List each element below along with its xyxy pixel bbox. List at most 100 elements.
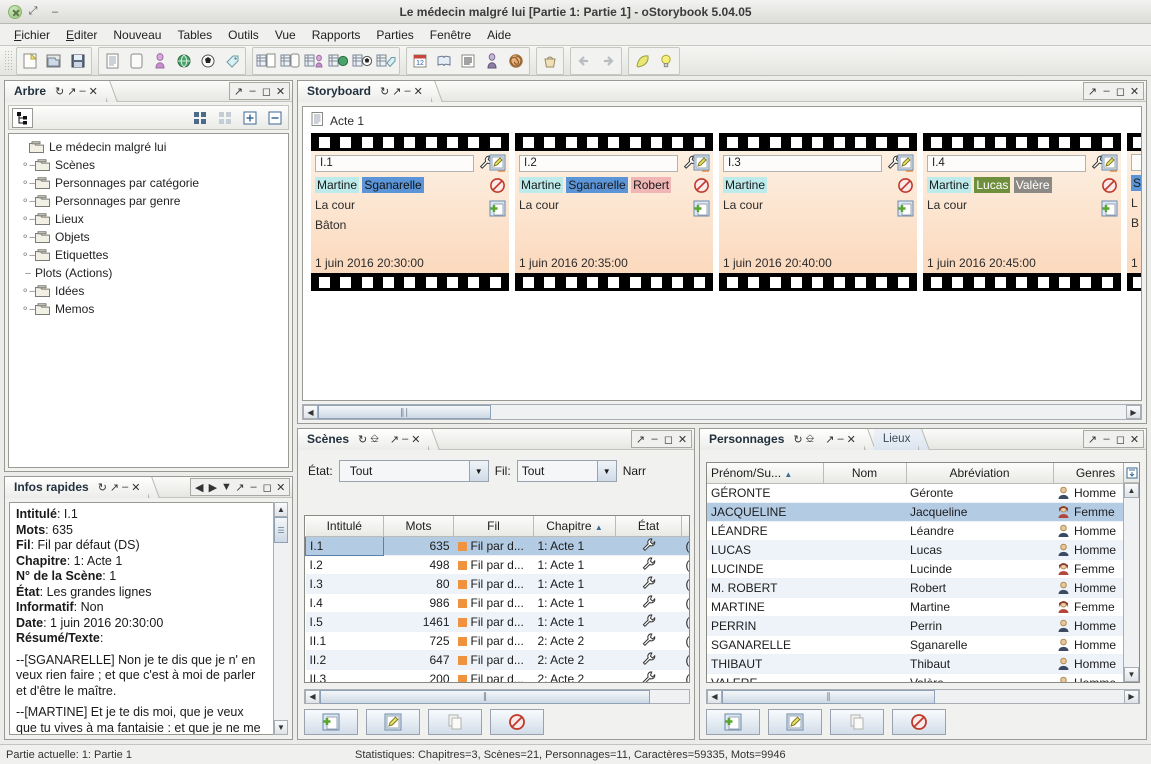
table-ball-icon[interactable] xyxy=(350,49,374,73)
menu-editer[interactable]: Editer xyxy=(58,26,105,44)
add-scene-button[interactable] xyxy=(304,709,358,735)
export-icon[interactable]: ⎒ xyxy=(370,433,379,446)
scenes-col-chapitre[interactable]: Chapitre ▲ xyxy=(534,516,616,536)
close-icon[interactable]: ✕ xyxy=(414,85,423,98)
scroll-right-icon[interactable]: ▶ xyxy=(1126,405,1141,419)
table-row[interactable]: I.4 986 Fil par d... 1: Acte 1 ( xyxy=(306,593,691,612)
delete-forbidden-icon[interactable] xyxy=(488,176,506,194)
tree-node-objets[interactable]: ⚬– Objets xyxy=(9,228,288,246)
menu-parties[interactable]: Parties xyxy=(368,26,421,44)
maximize-icon[interactable]: ◻ xyxy=(1114,84,1127,98)
minimize-icon[interactable]: – xyxy=(1100,84,1113,98)
calendar-icon[interactable]: 12 xyxy=(408,49,432,73)
menu-aide[interactable]: Aide xyxy=(479,26,519,44)
person-purple-icon[interactable] xyxy=(148,49,172,73)
tree-node-personnages-genre[interactable]: ⚬– Personnages par genre xyxy=(9,192,288,210)
scenes-col-intitule[interactable]: Intitulé xyxy=(306,516,384,536)
storyboard-hscrollbar[interactable]: ◀ ∥∣ ▶ xyxy=(302,404,1142,420)
etat-filter-select[interactable]: Tout ▼ xyxy=(339,460,489,482)
table-row[interactable]: I.1 635 Fil par d... 1: Acte 1 ( xyxy=(306,536,691,555)
storyboard-canvas[interactable]: Acte 1 I.1 xyxy=(302,106,1142,401)
delete-forbidden-icon[interactable] xyxy=(692,176,710,194)
personnages-vscrollbar[interactable]: ▲ ▼ xyxy=(1123,463,1139,682)
tree-structure-icon[interactable] xyxy=(12,108,33,128)
menu-rapports[interactable]: Rapports xyxy=(304,26,369,44)
float-icon[interactable]: ↗ xyxy=(110,481,119,494)
arbre-tree[interactable]: Le médecin malgré lui ⚬– Scènes ⚬– Perso… xyxy=(8,133,289,468)
save-disk-icon[interactable] xyxy=(66,49,90,73)
close-icon[interactable]: ✕ xyxy=(274,84,287,98)
character-chip[interactable]: Lucas xyxy=(974,177,1010,193)
close-icon[interactable]: ✕ xyxy=(847,433,856,446)
refresh-icon[interactable]: ↻ xyxy=(98,481,107,494)
table-row[interactable]: PERRIN Perrin Homme P xyxy=(707,616,1123,635)
character-chip[interactable]: Robert xyxy=(631,177,671,193)
table-row[interactable]: II.2 647 Fil par d... 2: Acte 2 ( xyxy=(306,650,691,669)
grid-view-icon[interactable] xyxy=(189,108,210,128)
globe-icon[interactable] xyxy=(172,49,196,73)
copy-scene-button[interactable] xyxy=(428,709,482,735)
fil-filter-select[interactable]: Tout ▼ xyxy=(517,460,617,482)
delete-forbidden-icon[interactable] xyxy=(1100,176,1118,194)
scroll-thumb[interactable]: ∥ xyxy=(722,690,935,704)
delete-person-button[interactable] xyxy=(892,709,946,735)
infos-rapides-tab[interactable]: Infos rapides ↻ ↗ – ✕ xyxy=(5,477,149,498)
float-icon[interactable]: ↗ xyxy=(1086,84,1099,98)
minimize-icon[interactable]: – xyxy=(648,432,661,446)
basket-icon[interactable] xyxy=(538,49,562,73)
scroll-down-icon[interactable]: ▼ xyxy=(1124,667,1139,682)
menu-nouveau[interactable]: Nouveau xyxy=(105,26,169,44)
edit-scene-button[interactable] xyxy=(366,709,420,735)
maximize-icon[interactable]: ◻ xyxy=(261,480,274,494)
table-globe-icon[interactable] xyxy=(326,49,350,73)
tree-handle[interactable]: ⚬– xyxy=(21,250,35,261)
tree-handle[interactable]: ⚬– xyxy=(21,304,35,315)
book-icon[interactable] xyxy=(432,49,456,73)
refresh-icon[interactable]: ↻ xyxy=(380,85,389,98)
close-icon[interactable]: ✕ xyxy=(89,85,98,98)
edit-pencil-icon[interactable] xyxy=(1100,153,1118,171)
storyboard-tab[interactable]: Storyboard ↻ ↗ – ✕ xyxy=(298,81,432,102)
float-icon[interactable]: ↗ xyxy=(234,480,247,494)
table-row[interactable]: II.1 725 Fil par d... 2: Acte 2 ( xyxy=(306,631,691,650)
list-icon[interactable] xyxy=(456,49,480,73)
character-chip[interactable]: S xyxy=(1131,175,1142,191)
scenes-hscrollbar[interactable]: ◀ ∥ xyxy=(304,689,690,704)
menu-fichier[interactable]: Fichier xyxy=(6,26,58,44)
delete-scene-button[interactable] xyxy=(490,709,544,735)
edit-pencil-icon[interactable] xyxy=(692,153,710,171)
personnages-hscrollbar[interactable]: ◀ ∥ ▶ xyxy=(706,689,1140,704)
table-row[interactable]: JACQUELINE Jacqueline Femme P xyxy=(707,502,1123,521)
table-row[interactable]: SGANARELLE Sganarelle Homme P xyxy=(707,635,1123,654)
minimize-icon[interactable]: – xyxy=(404,85,410,97)
dotted-view-icon[interactable] xyxy=(214,108,235,128)
personnages-col-nom[interactable]: Nom xyxy=(823,463,906,483)
back-arrow-icon[interactable] xyxy=(572,49,596,73)
edit-pencil-icon[interactable] xyxy=(896,153,914,171)
minimize-icon[interactable]: – xyxy=(837,433,843,445)
scroll-up-icon[interactable]: ▲ xyxy=(1124,483,1139,498)
refresh-icon[interactable]: ↻ xyxy=(358,433,367,446)
card-title-input[interactable]: I.3 xyxy=(723,155,882,172)
close-icon[interactable]: ✕ xyxy=(676,432,689,446)
storyboard-card[interactable]: I.1 Martine Sganarelle La cour Bâton 1 j… xyxy=(311,133,509,291)
float-icon[interactable]: ↗ xyxy=(634,432,647,446)
personnages-tab[interactable]: Personnages ↻ ⎒ ↗ – ✕ xyxy=(700,429,865,450)
collapse-all-icon[interactable] xyxy=(264,108,285,128)
personnages-col-prenom[interactable]: Prénom/Su... ▲ xyxy=(707,463,823,483)
refresh-icon[interactable]: ↻ xyxy=(793,433,802,446)
tree-node-memos[interactable]: ⚬– Memos xyxy=(9,300,288,318)
float-icon[interactable]: ↗ xyxy=(392,85,401,98)
table-row[interactable]: GÉRONTE Géronte Homme P xyxy=(707,483,1123,502)
table-row[interactable]: II.3 200 Fil par d... 2: Acte 2 ( xyxy=(306,669,691,683)
tree-node-etiquettes[interactable]: ⚬– Etiquettes xyxy=(9,246,288,264)
scroll-left-icon[interactable]: ◀ xyxy=(305,690,320,704)
refresh-icon[interactable]: ↻ xyxy=(55,85,64,98)
maximize-icon[interactable]: ◻ xyxy=(1114,432,1127,446)
table-row[interactable]: M. ROBERT Robert Homme P xyxy=(707,578,1123,597)
scenes-col-etat[interactable]: État xyxy=(616,516,682,536)
bulb-icon[interactable] xyxy=(654,49,678,73)
table-page-icon[interactable] xyxy=(278,49,302,73)
scroll-up-icon[interactable]: ▲ xyxy=(274,502,288,517)
menu-vue[interactable]: Vue xyxy=(267,26,304,44)
